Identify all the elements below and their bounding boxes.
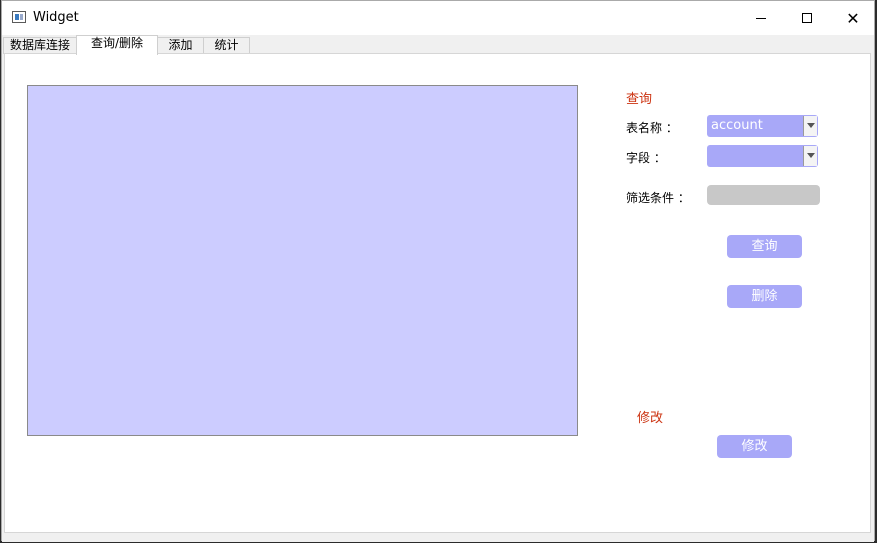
window-title: Widget (33, 10, 79, 25)
field-combo[interactable] (707, 145, 818, 167)
minimize-button[interactable] (738, 1, 784, 35)
app-window-icon (12, 11, 26, 23)
tab-bar: 数据库连接 查询/删除 添加 统计 (2, 35, 874, 55)
tab-add[interactable]: 添加 (157, 37, 204, 54)
modify-button[interactable]: 修改 (717, 435, 792, 458)
results-table[interactable] (27, 85, 578, 436)
close-icon: ✕ (846, 8, 860, 28)
query-section-title: 查询 (626, 92, 653, 107)
maximize-button[interactable] (784, 1, 830, 35)
status-bar (2, 534, 874, 542)
tab-db-connection[interactable]: 数据库连接 (3, 37, 77, 54)
app-window: Widget ✕ 数据库连接 查询/删除 添加 统计 查询 表名称 ： acco… (1, 0, 875, 542)
chevron-down-icon[interactable] (803, 116, 817, 136)
filter-input[interactable] (707, 185, 820, 205)
title-bar[interactable]: Widget ✕ (2, 1, 874, 35)
table-name-value: account (711, 118, 763, 133)
tab-statistics[interactable]: 统计 (203, 37, 250, 54)
delete-button[interactable]: 删除 (727, 285, 802, 308)
tab-query-delete[interactable]: 查询/删除 (76, 35, 158, 55)
query-button[interactable]: 查询 (727, 235, 802, 258)
chevron-down-icon[interactable] (803, 146, 817, 166)
modify-section-title: 修改 (637, 411, 664, 426)
filter-label: 筛选条件 ： (626, 191, 690, 205)
field-label: 字段 ： (626, 151, 666, 165)
maximize-icon (802, 13, 812, 23)
table-name-label: 表名称 ： (626, 121, 678, 135)
close-button[interactable]: ✕ (830, 1, 876, 35)
tab-pane-query-delete: 查询 表名称 ： account 字段 ： 筛选条件 ： 查询 删除 修改 修改 (4, 53, 871, 533)
table-name-combo[interactable]: account (707, 115, 818, 137)
minimize-icon (756, 17, 766, 19)
